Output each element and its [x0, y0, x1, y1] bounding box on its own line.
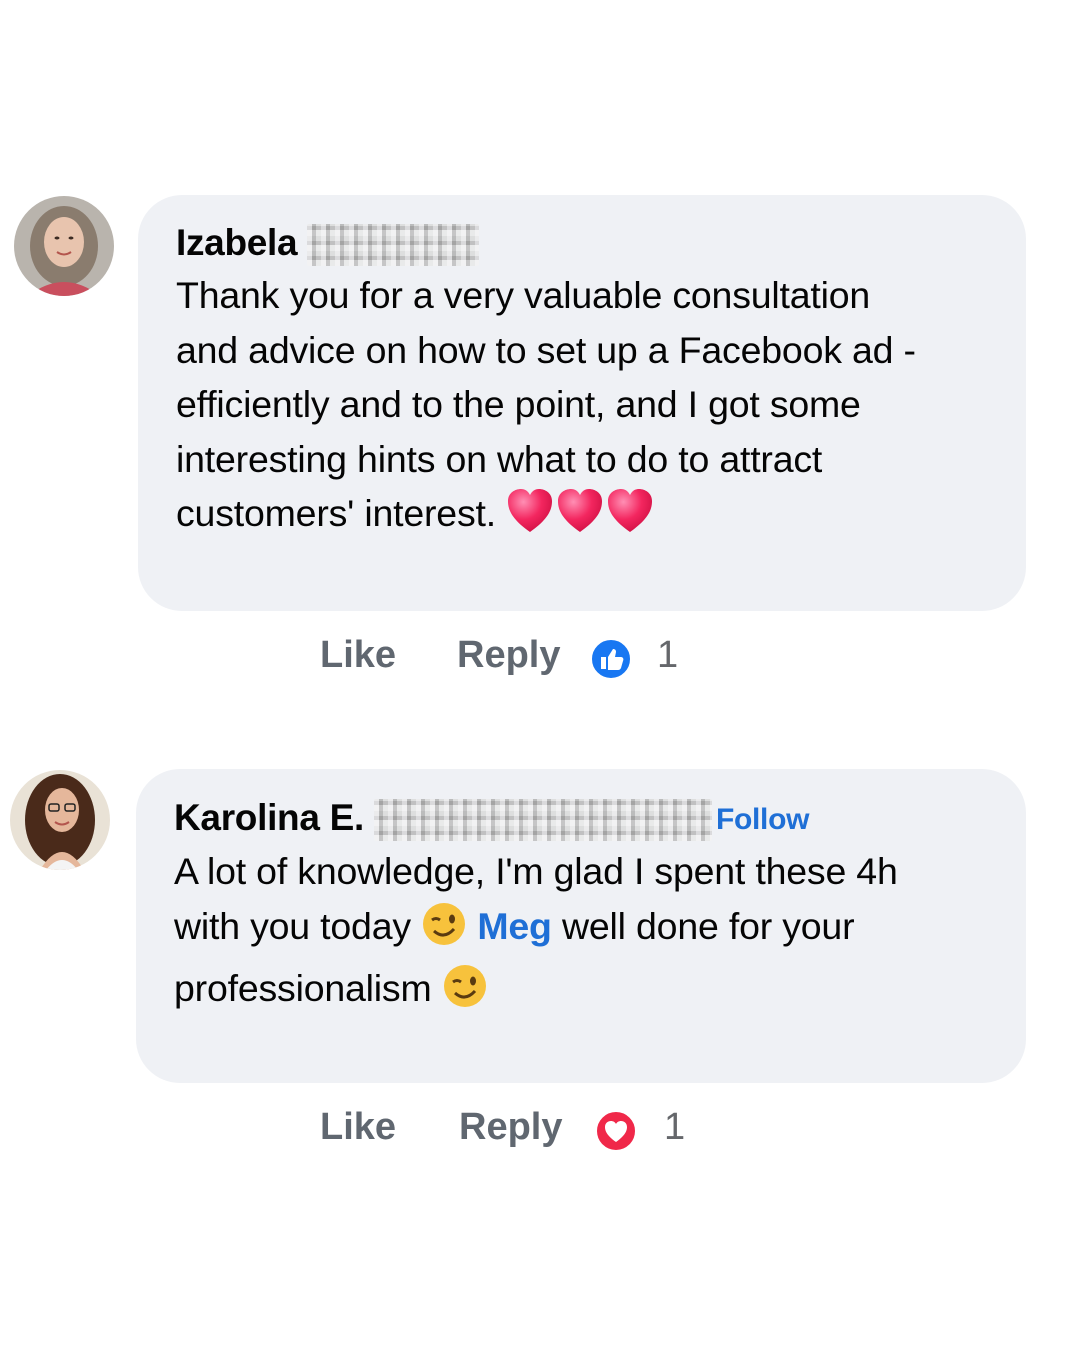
comment-line: efficiently and to the point, and I got …	[176, 383, 861, 425]
reaction-count[interactable]: 1	[664, 1106, 685, 1149]
reaction-count[interactable]: 1	[657, 634, 678, 677]
like-reaction-icon[interactable]	[589, 637, 633, 691]
comment-line: professionalism	[174, 961, 898, 1024]
redacted-surname	[373, 799, 712, 842]
comment-line: interesting hints on what to do to attra…	[176, 437, 823, 480]
reply-button[interactable]: Reply	[457, 634, 560, 677]
like-button[interactable]: Like	[320, 1106, 396, 1149]
heart-emoji-icon	[506, 488, 656, 549]
love-reaction-icon[interactable]	[594, 1109, 638, 1163]
comment-line: A lot of knowledge, I'm glad I spent the…	[174, 850, 898, 892]
follow-button[interactable]: Follow	[716, 803, 809, 836]
comment-line: and advice on how to set up a Facebook a…	[176, 328, 916, 371]
comment-line: customers' interest.	[176, 486, 916, 549]
mention-link[interactable]: Meg	[477, 905, 552, 947]
avatar[interactable]	[10, 770, 110, 870]
comment-line: with you today Meg well done for your	[174, 899, 898, 962]
reply-button[interactable]: Reply	[459, 1106, 562, 1149]
winking-face-emoji-icon	[421, 901, 467, 962]
comment-text: A lot of knowledge, I'm glad I spent the…	[174, 844, 898, 1024]
redacted-surname	[307, 224, 480, 267]
author-name[interactable]: Izabela	[176, 222, 298, 263]
comment-text: Thank you for a very valuable consultati…	[176, 268, 916, 549]
avatar[interactable]	[14, 196, 114, 296]
comment-line: Thank you for a very valuable consultati…	[176, 274, 871, 316]
comment-author[interactable]: Izabela	[176, 222, 480, 267]
author-name[interactable]: Karolina E.	[174, 797, 364, 838]
like-button[interactable]: Like	[320, 634, 396, 677]
comment-author[interactable]: Karolina E. Follow	[174, 797, 809, 842]
winking-face-emoji-icon	[442, 963, 488, 1024]
